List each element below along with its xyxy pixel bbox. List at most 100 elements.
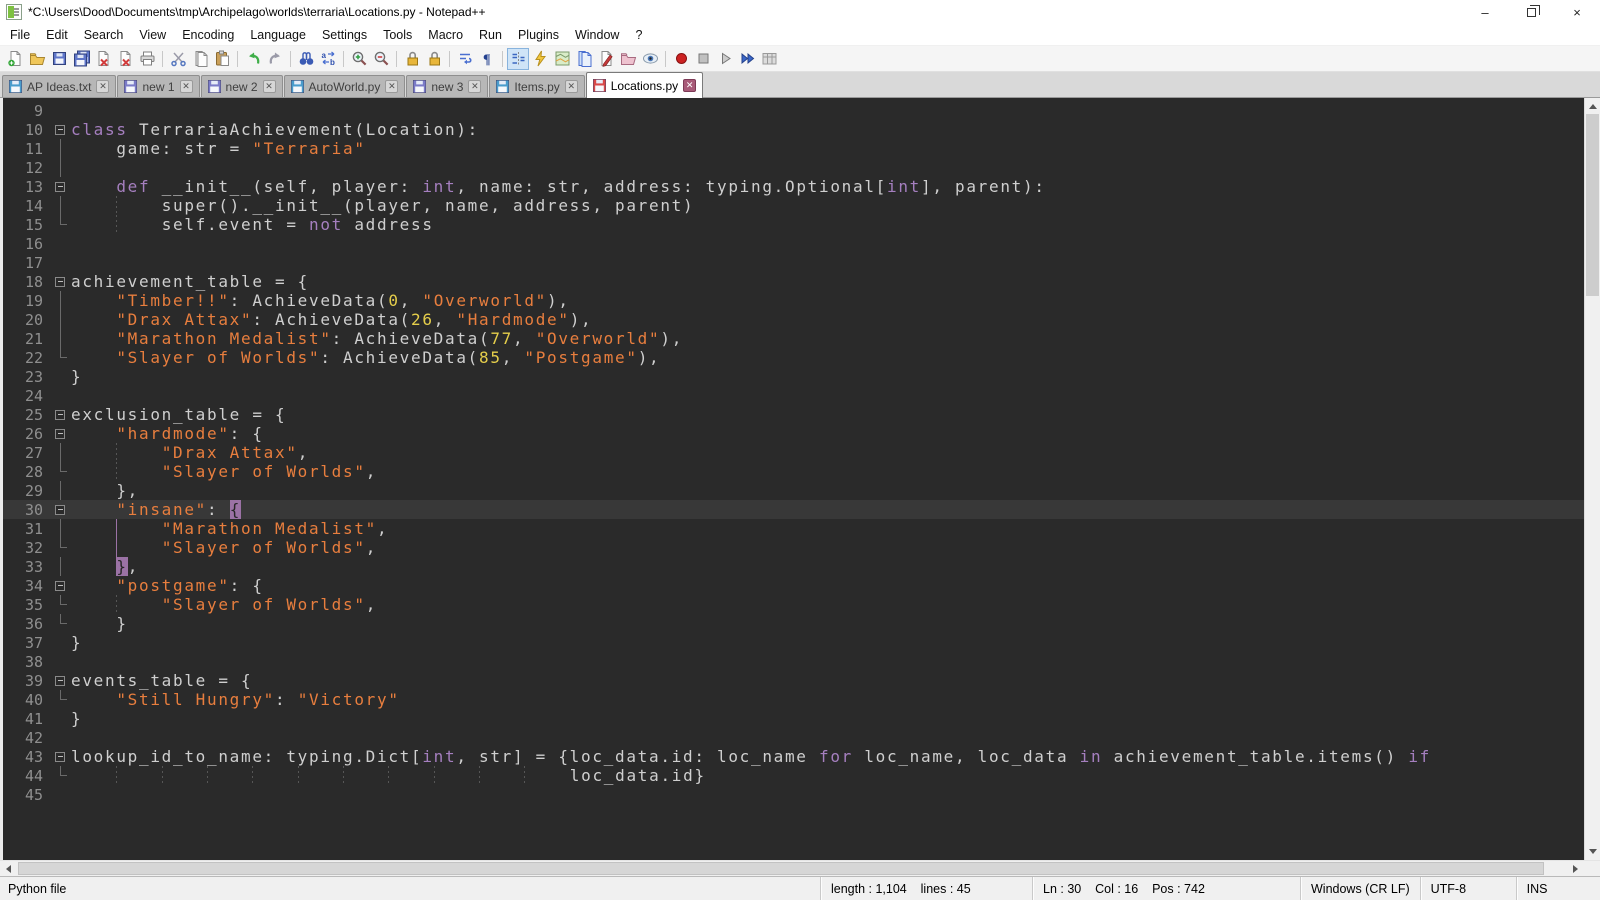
fold-toggle[interactable] bbox=[51, 120, 71, 139]
scroll-down-arrow[interactable] bbox=[1585, 844, 1600, 860]
menu-item-edit[interactable]: Edit bbox=[38, 26, 76, 44]
macro-record-icon[interactable] bbox=[670, 48, 692, 70]
close-button[interactable]: × bbox=[1554, 0, 1600, 24]
undo-icon[interactable] bbox=[242, 48, 264, 70]
macro-stop-icon[interactable] bbox=[692, 48, 714, 70]
tab-close-icon[interactable]: ✕ bbox=[565, 80, 578, 93]
fold-toggle[interactable] bbox=[51, 576, 71, 595]
fold-collapse-icon[interactable] bbox=[55, 277, 65, 287]
code-line[interactable]: 39events_table = { bbox=[3, 671, 1584, 690]
menu-item-?[interactable]: ? bbox=[627, 26, 650, 44]
fold-collapse-icon[interactable] bbox=[55, 581, 65, 591]
fold-toggle[interactable] bbox=[51, 424, 71, 443]
print-icon[interactable] bbox=[136, 48, 158, 70]
close-all-icon[interactable] bbox=[114, 48, 136, 70]
fold-collapse-icon[interactable] bbox=[55, 676, 65, 686]
menu-item-view[interactable]: View bbox=[131, 26, 174, 44]
code-line[interactable]: 19 "Timber!!": AchieveData(0, "Overworld… bbox=[3, 291, 1584, 310]
tab-new-2[interactable]: new 2✕ bbox=[201, 75, 283, 97]
code-line[interactable]: 41} bbox=[3, 709, 1584, 728]
code-line[interactable]: 24 bbox=[3, 386, 1584, 405]
horizontal-scroll-track[interactable] bbox=[16, 861, 1568, 876]
code-line[interactable]: 12 bbox=[3, 158, 1584, 177]
find-icon[interactable] bbox=[295, 48, 317, 70]
scroll-left-arrow[interactable] bbox=[0, 861, 16, 876]
paste-icon[interactable] bbox=[211, 48, 233, 70]
scroll-right-arrow[interactable] bbox=[1568, 861, 1584, 876]
tab-close-icon[interactable]: ✕ bbox=[385, 80, 398, 93]
tab-locations.py[interactable]: Locations.py✕ bbox=[586, 72, 703, 98]
menu-item-file[interactable]: File bbox=[2, 26, 38, 44]
tab-autoworld.py[interactable]: AutoWorld.py✕ bbox=[284, 75, 406, 97]
document-list-icon[interactable] bbox=[573, 48, 595, 70]
code-line[interactable]: 42 bbox=[3, 728, 1584, 747]
horizontal-scroll-thumb[interactable] bbox=[18, 862, 1544, 875]
fold-toggle[interactable] bbox=[51, 272, 71, 291]
document-map-icon[interactable] bbox=[551, 48, 573, 70]
fold-toggle[interactable] bbox=[51, 671, 71, 690]
replace-icon[interactable]: ab bbox=[317, 48, 339, 70]
code-line[interactable]: 18achievement_table = { bbox=[3, 272, 1584, 291]
code-line[interactable]: 35 "Slayer of Worlds", bbox=[3, 595, 1584, 614]
cut-icon[interactable] bbox=[167, 48, 189, 70]
code-line[interactable]: 20 "Drax Attax": AchieveData(26, "Hardmo… bbox=[3, 310, 1584, 329]
save-all-icon[interactable] bbox=[70, 48, 92, 70]
fold-toggle[interactable] bbox=[51, 500, 71, 519]
copy-icon[interactable] bbox=[189, 48, 211, 70]
code-line[interactable]: 25exclusion_table = { bbox=[3, 405, 1584, 424]
code-line-current[interactable]: 30 "insane": { bbox=[3, 500, 1584, 519]
define-language-icon[interactable] bbox=[529, 48, 551, 70]
code-line[interactable]: 26 "hardmode": { bbox=[3, 424, 1584, 443]
vertical-scroll-track[interactable] bbox=[1585, 114, 1600, 844]
menu-item-language[interactable]: Language bbox=[242, 26, 314, 44]
code-line[interactable]: 29 }, bbox=[3, 481, 1584, 500]
tab-close-icon[interactable]: ✕ bbox=[180, 80, 193, 93]
fold-toggle[interactable] bbox=[51, 177, 71, 196]
show-all-characters-icon[interactable]: ¶ bbox=[476, 48, 498, 70]
minimize-button[interactable]: – bbox=[1462, 0, 1508, 24]
redo-icon[interactable] bbox=[264, 48, 286, 70]
tab-new-3[interactable]: new 3✕ bbox=[406, 75, 488, 97]
code-line[interactable]: 14 super().__init__(player, name, addres… bbox=[3, 196, 1584, 215]
macro-save-icon[interactable] bbox=[758, 48, 780, 70]
code-line[interactable]: 23} bbox=[3, 367, 1584, 386]
tab-close-icon[interactable]: ✕ bbox=[263, 80, 276, 93]
open-file-icon[interactable] bbox=[26, 48, 48, 70]
code-line[interactable]: 15 self.event = not address bbox=[3, 215, 1584, 234]
close-file-icon[interactable] bbox=[92, 48, 114, 70]
tab-new-1[interactable]: new 1✕ bbox=[117, 75, 199, 97]
menu-item-search[interactable]: Search bbox=[76, 26, 132, 44]
code-line[interactable]: 33 }, bbox=[3, 557, 1584, 576]
menu-item-settings[interactable]: Settings bbox=[314, 26, 375, 44]
code-editor[interactable]: 910class TerrariaAchievement(Location):1… bbox=[0, 98, 1584, 860]
fold-collapse-icon[interactable] bbox=[55, 505, 65, 515]
macro-play-icon[interactable] bbox=[714, 48, 736, 70]
tab-ap-ideas.txt[interactable]: AP Ideas.txt✕ bbox=[2, 75, 116, 97]
code-line[interactable]: 31 "Marathon Medalist", bbox=[3, 519, 1584, 538]
scroll-up-arrow[interactable] bbox=[1585, 98, 1600, 114]
menu-item-window[interactable]: Window bbox=[567, 26, 627, 44]
fold-collapse-icon[interactable] bbox=[55, 752, 65, 762]
macro-run-multiple-icon[interactable] bbox=[736, 48, 758, 70]
zoom-out-icon[interactable] bbox=[370, 48, 392, 70]
fold-collapse-icon[interactable] bbox=[55, 182, 65, 192]
function-list-icon[interactable] bbox=[595, 48, 617, 70]
fold-collapse-icon[interactable] bbox=[55, 410, 65, 420]
fold-collapse-icon[interactable] bbox=[55, 429, 65, 439]
tab-items.py[interactable]: Items.py✕ bbox=[489, 75, 584, 97]
code-line[interactable]: 21 "Marathon Medalist": AchieveData(77, … bbox=[3, 329, 1584, 348]
code-line[interactable]: 27 "Drax Attax", bbox=[3, 443, 1584, 462]
menu-item-plugins[interactable]: Plugins bbox=[510, 26, 567, 44]
word-wrap-icon[interactable] bbox=[454, 48, 476, 70]
code-line[interactable]: 34 "postgame": { bbox=[3, 576, 1584, 595]
sync-horizontal-icon[interactable] bbox=[423, 48, 445, 70]
code-line[interactable]: 38 bbox=[3, 652, 1584, 671]
vertical-scroll-thumb[interactable] bbox=[1586, 114, 1599, 296]
new-file-icon[interactable] bbox=[4, 48, 26, 70]
code-line[interactable]: 44 loc_data.id} bbox=[3, 766, 1584, 785]
folder-as-workspace-icon[interactable] bbox=[617, 48, 639, 70]
restore-button[interactable] bbox=[1508, 0, 1554, 24]
code-line[interactable]: 22 "Slayer of Worlds": AchieveData(85, "… bbox=[3, 348, 1584, 367]
code-line[interactable]: 32 "Slayer of Worlds", bbox=[3, 538, 1584, 557]
menu-item-tools[interactable]: Tools bbox=[375, 26, 420, 44]
